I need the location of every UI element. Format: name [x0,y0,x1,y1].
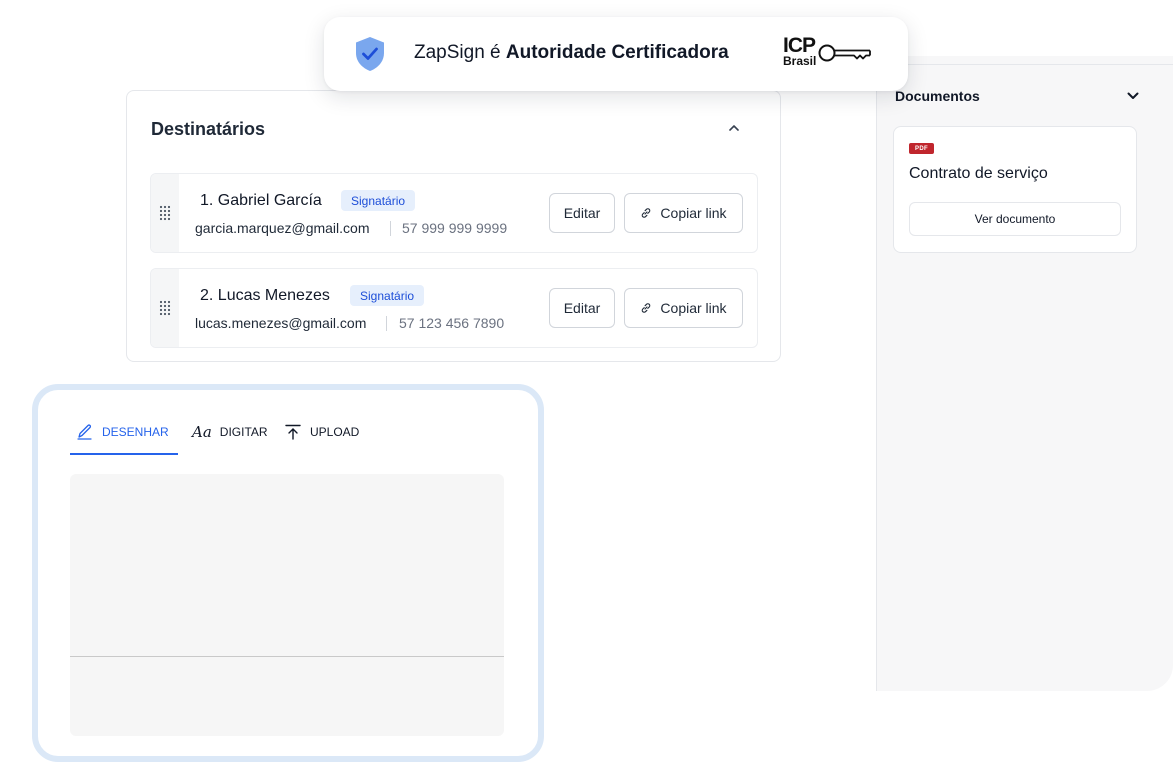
document-name: Contrato de serviço [909,165,1048,182]
role-badge: Signatário [350,285,425,306]
recipient-phone: 57 123 456 7890 [399,315,505,331]
copy-link-button[interactable]: Copiar link [624,288,743,328]
drag-handle-icon[interactable] [159,205,171,221]
edit-label: Editar [563,300,601,316]
tab-draw[interactable]: DESENHAR [76,414,169,450]
panel-divider [877,64,1173,65]
icp-logo-bottom: Brasil [783,54,817,68]
divider [386,316,387,331]
tab-draw-label: DESENHAR [102,425,169,439]
documents-panel: Documentos PDF Contrato de serviço Ver d… [876,56,1173,691]
recipient-name: 1. Gabriel García [200,192,322,209]
recipient-row: 2. Lucas Menezes Signatário lucas.meneze… [150,268,758,348]
drag-handle-icon[interactable] [159,300,171,316]
certification-banner: ZapSign é Autoridade Certificadora ICP B… [324,17,908,91]
signature-baseline [70,656,504,657]
role-badge: Signatário [341,190,416,211]
banner-prefix: ZapSign é [414,42,501,63]
recipients-card: Destinatários 1. Gabriel García Signatár… [126,90,781,362]
shield-check-icon [356,37,384,71]
recipient-email: lucas.menezes@gmail.com [195,315,367,331]
upload-icon [285,424,301,440]
tab-upload[interactable]: UPLOAD [284,414,359,450]
signature-canvas[interactable] [70,474,504,736]
drag-strip[interactable] [151,269,179,347]
edit-button[interactable]: Editar [549,193,615,233]
view-document-button[interactable]: Ver documento [909,202,1121,236]
edit-button[interactable]: Editar [549,288,615,328]
chevron-up-icon[interactable] [727,121,741,135]
pdf-badge: PDF [909,143,934,154]
recipient-name: 2. Lucas Menezes [200,287,330,304]
documents-header[interactable]: Documentos [895,88,1140,104]
tab-type[interactable]: Aa DIGITAR [192,414,268,450]
edit-label: Editar [563,205,601,221]
recipient-email: garcia.marquez@gmail.com [195,220,370,236]
divider [390,221,391,236]
pen-icon [77,424,92,440]
type-icon: Aa [192,423,212,441]
copy-link-button[interactable]: Copiar link [624,193,743,233]
tab-type-label: DIGITAR [219,425,268,439]
banner-emphasis: Autoridade Certificadora [505,42,729,63]
active-tab-indicator [70,453,178,455]
link-icon [642,303,651,313]
recipient-phone: 57 999 999 9999 [402,220,508,236]
banner-text: ZapSign é Autoridade Certificadora [414,42,729,64]
documents-title: Documentos [895,88,980,104]
link-icon [642,208,651,218]
tab-upload-label: UPLOAD [310,425,360,439]
chevron-down-icon[interactable] [1126,89,1140,103]
copy-link-label: Copiar link [660,300,727,316]
icp-brasil-logo: ICP Brasil [781,34,877,72]
key-icon [818,44,871,62]
document-card: PDF Contrato de serviço Ver documento [893,126,1137,253]
drag-strip[interactable] [151,174,179,252]
recipients-title: Destinatários [151,119,266,139]
copy-link-label: Copiar link [660,205,727,221]
recipient-row: 1. Gabriel García Signatário garcia.marq… [150,173,758,253]
signature-pad: DESENHAR Aa DIGITAR UPLOAD [32,384,544,762]
